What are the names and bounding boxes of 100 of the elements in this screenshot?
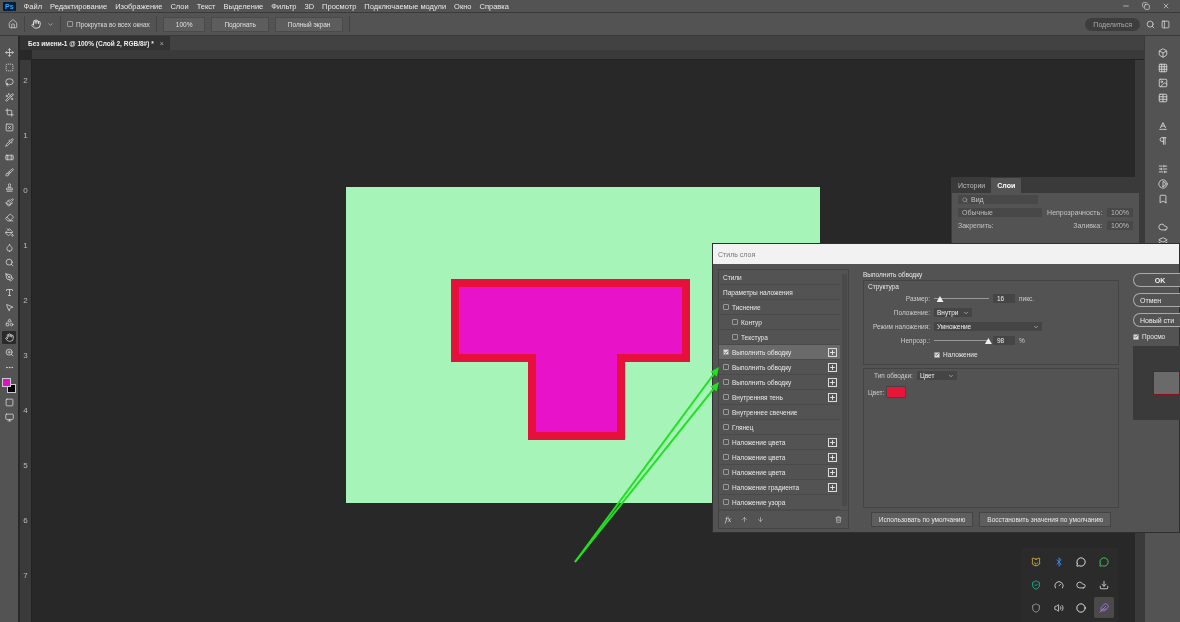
selection-rectangle-icon — [4, 63, 14, 72]
tool-button[interactable] — [2, 196, 16, 209]
tool-button[interactable] — [2, 136, 16, 149]
add-icon[interactable] — [828, 362, 837, 372]
trash-icon[interactable] — [835, 516, 842, 523]
ruler-number: 2 — [23, 76, 28, 85]
checkbox[interactable] — [723, 394, 729, 400]
checkbox[interactable] — [1133, 333, 1139, 340]
ruler-number: 3 — [23, 351, 28, 360]
tool-button[interactable] — [2, 46, 16, 59]
slider-thumb[interactable] — [984, 338, 992, 344]
tray-button[interactable] — [1093, 597, 1114, 618]
contrast-icon[interactable] — [1157, 179, 1168, 189]
character-icon[interactable] — [1157, 121, 1168, 131]
add-icon[interactable] — [828, 482, 837, 492]
add-icon[interactable] — [828, 467, 837, 477]
checkbox[interactable] — [723, 439, 729, 445]
crop-icon — [4, 108, 14, 117]
checkbox[interactable] — [723, 364, 729, 370]
paintbrush-icon — [4, 198, 14, 207]
checkbox[interactable] — [723, 499, 729, 505]
minimize-icon[interactable] — [1122, 2, 1130, 10]
restore-icon[interactable] — [1142, 2, 1150, 10]
tool-button[interactable] — [2, 166, 16, 179]
tool-button[interactable] — [2, 331, 16, 344]
add-icon[interactable] — [828, 377, 837, 387]
sliders-icon[interactable] — [1157, 164, 1168, 174]
lasso-icon — [4, 78, 14, 87]
panel-icon[interactable] — [1161, 19, 1170, 29]
add-icon[interactable] — [828, 392, 837, 402]
checkbox[interactable] — [67, 21, 73, 27]
add-icon[interactable] — [828, 452, 837, 462]
ruler-number: 1 — [23, 131, 28, 140]
bandage-icon — [4, 153, 14, 162]
chevron-down-icon — [1033, 323, 1039, 330]
checkbox[interactable] — [723, 469, 729, 475]
tool-button[interactable] — [2, 411, 16, 424]
checkbox[interactable] — [723, 349, 729, 355]
monitor-icon — [4, 413, 14, 422]
checkbox[interactable] — [723, 454, 729, 460]
chevron-down-icon — [963, 309, 969, 316]
preview-swatch — [1153, 371, 1180, 395]
arrow-down-icon[interactable] — [756, 516, 764, 523]
ruler-number: 1 — [23, 241, 28, 250]
cat-icon — [1031, 557, 1042, 568]
cloud-icon[interactable] — [1157, 222, 1168, 232]
cloud-icon — [1076, 580, 1087, 590]
bookmark-icon[interactable] — [1157, 194, 1168, 204]
hand-icon[interactable] — [31, 19, 41, 29]
image-icon[interactable] — [1157, 78, 1168, 88]
download-icon — [1098, 580, 1109, 590]
tool-button[interactable] — [2, 106, 16, 119]
search-icon — [962, 196, 968, 203]
tool-button[interactable] — [2, 271, 16, 284]
checkbox[interactable] — [723, 379, 729, 385]
shield-icon — [1031, 580, 1042, 590]
ruler-number: 0 — [23, 186, 28, 195]
magic-wand-icon — [4, 93, 14, 102]
speaker-icon — [1053, 602, 1064, 613]
zoom-icon — [4, 348, 14, 357]
checkbox[interactable] — [934, 351, 940, 358]
tool-button[interactable] — [2, 121, 16, 134]
type-icon — [4, 288, 14, 297]
close-icon[interactable] — [1162, 2, 1170, 10]
arrow-up-icon[interactable] — [740, 516, 748, 523]
gauge-icon — [1053, 580, 1064, 590]
tool-button[interactable] — [2, 226, 16, 239]
table-icon[interactable] — [1157, 93, 1168, 103]
grid-icon[interactable] — [1157, 63, 1168, 73]
ruler-number: 7 — [23, 571, 28, 580]
checkbox[interactable] — [732, 334, 738, 340]
ruler-number: 2 — [23, 296, 28, 305]
checkbox[interactable] — [723, 484, 729, 490]
tool-button[interactable] — [2, 316, 16, 329]
hand-icon — [4, 333, 14, 342]
add-icon[interactable] — [828, 347, 837, 357]
more-icon — [4, 363, 14, 372]
move-icon — [4, 48, 14, 57]
eraser-icon — [4, 213, 14, 222]
tool-button[interactable] — [2, 91, 16, 104]
tool-button[interactable] — [2, 61, 16, 74]
search-icon[interactable] — [1146, 19, 1155, 29]
tool-button[interactable] — [2, 76, 16, 89]
home-icon[interactable] — [8, 19, 18, 29]
magnifier-icon — [4, 258, 14, 267]
color-swatch[interactable] — [886, 386, 907, 398]
add-icon[interactable] — [828, 437, 837, 447]
pen-icon — [4, 273, 14, 282]
pointer-icon — [4, 303, 14, 312]
stamp-icon — [4, 183, 14, 192]
checkbox[interactable] — [723, 424, 729, 430]
chevron-down-icon[interactable] — [47, 20, 54, 28]
tool-button[interactable] — [2, 211, 16, 224]
slider-thumb[interactable] — [936, 296, 944, 302]
paint-bucket-icon — [4, 228, 14, 237]
checkbox[interactable] — [732, 319, 738, 325]
paragraph-icon[interactable] — [1157, 136, 1168, 146]
cube-icon[interactable] — [1157, 48, 1168, 58]
checkbox[interactable] — [723, 409, 729, 415]
checkbox[interactable] — [723, 304, 729, 310]
